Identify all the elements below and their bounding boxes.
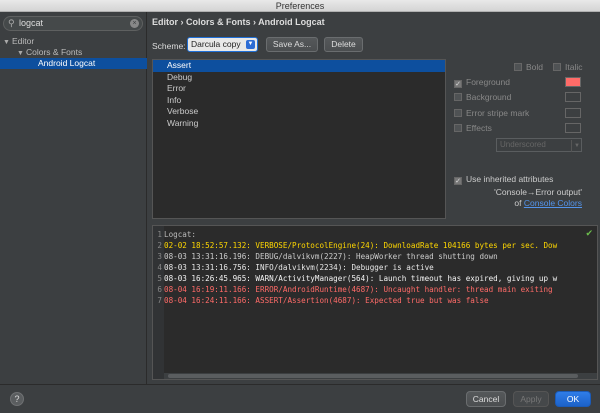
list-item-verbose[interactable]: Verbose <box>153 106 445 118</box>
line-number: 1 <box>157 230 162 239</box>
line-number: 7 <box>157 296 162 305</box>
window-title: Preferences <box>0 0 600 12</box>
bold-checkbox[interactable]: Bold <box>514 62 543 72</box>
preview-line-text: 08-03 13:31:16.196: DEBUG/dalvikvm(2227)… <box>164 252 498 261</box>
italic-checkbox[interactable]: Italic <box>553 62 582 72</box>
inherited-source: 'Console→Error output' of Console Colors <box>494 187 582 208</box>
preview-line: 3 08-03 13:31:16.196: DEBUG/dalvikvm(2227… <box>153 251 498 262</box>
expand-arrow-icon[interactable]: ▼ <box>3 37 12 48</box>
preview-line: 7 08-04 16:24:11.166: ASSERT/Assertion(46… <box>153 295 489 306</box>
effect-type-dropdown[interactable]: Underscored ▼ <box>496 138 582 152</box>
save-as-button[interactable]: Save As... <box>266 37 318 52</box>
tree-item-android-logcat[interactable]: Android Logcat <box>0 58 147 69</box>
foreground-checkbox[interactable]: Foreground <box>454 77 510 88</box>
search-input[interactable]: logcat <box>19 18 43 28</box>
background-color-swatch[interactable] <box>565 92 581 102</box>
preview-line-text: 08-03 16:26:45.965: WARN/ActivityManager… <box>164 274 558 283</box>
settings-tree: ▼ Editor ▼ Colors & Fonts Android Logcat <box>0 36 147 69</box>
search-icon: ⚲ <box>8 18 15 28</box>
line-number: 6 <box>157 285 162 294</box>
line-number: 4 <box>157 263 162 272</box>
use-inherited-label: Use inherited attributes <box>466 174 554 184</box>
list-item-warning[interactable]: Warning <box>153 118 445 130</box>
list-item-assert[interactable]: Assert <box>153 60 445 72</box>
settings-content: Editor › Colors & Fonts › Android Logcat… <box>148 12 600 384</box>
line-number: 2 <box>157 241 162 250</box>
scheme-label: Scheme: <box>152 41 186 51</box>
chevron-down-icon: ▼ <box>571 140 580 152</box>
error-stripe-color-swatch[interactable] <box>565 108 581 118</box>
foreground-color-swatch[interactable] <box>565 77 581 87</box>
breadcrumb: Editor › Colors & Fonts › Android Logcat <box>152 17 325 27</box>
tree-item-colors-fonts[interactable]: ▼ Colors & Fonts <box>0 47 147 58</box>
line-number: 3 <box>157 252 162 261</box>
effects-color-swatch[interactable] <box>565 123 581 133</box>
ok-button[interactable]: OK <box>555 391 591 407</box>
clear-search-icon[interactable]: × <box>130 19 139 28</box>
delete-button[interactable]: Delete <box>324 37 363 52</box>
preview-line: 6 08-04 16:19:11.166: ERROR/AndroidRuntim… <box>153 284 553 295</box>
preview-line-text: 02-02 18:52:57.132: VERBOSE/ProtocolEngi… <box>164 241 558 250</box>
cancel-button[interactable]: Cancel <box>466 391 506 407</box>
list-item-error[interactable]: Error <box>153 83 445 95</box>
console-colors-link[interactable]: Console Colors <box>524 198 582 208</box>
horizontal-scrollbar[interactable] <box>164 373 597 379</box>
settings-sidebar: ⚲ logcat × ▼ Editor ▼ Colors & Fonts Andro… <box>0 12 147 384</box>
error-stripe-checkbox[interactable]: Error stripe mark <box>454 108 529 118</box>
apply-button[interactable]: Apply <box>513 391 549 407</box>
tree-item-editor[interactable]: ▼ Editor <box>0 36 147 47</box>
preview-line: 2 02-02 18:52:57.132: VERBOSE/ProtocolEng… <box>153 240 557 251</box>
preview-line: 1 Logcat: <box>153 229 196 240</box>
list-item-debug[interactable]: Debug <box>153 72 445 84</box>
expand-arrow-icon[interactable]: ▼ <box>17 48 26 59</box>
preview-line-text: 08-04 16:24:11.166: ASSERT/Assertion(468… <box>164 296 489 305</box>
settings-search[interactable]: ⚲ logcat × <box>3 16 143 31</box>
help-button[interactable]: ? <box>10 392 24 406</box>
preview-line-text: 08-04 16:19:11.166: ERROR/AndroidRuntime… <box>164 285 553 294</box>
list-item-info[interactable]: Info <box>153 95 445 107</box>
preview-line-text: Logcat: <box>164 230 197 239</box>
use-inherited-checkbox[interactable] <box>454 174 466 185</box>
check-icon: ✔ <box>585 228 593 238</box>
preview-editor[interactable]: 1 Logcat: 2 02-02 18:52:57.132: VERBOSE/Pro… <box>152 225 598 380</box>
chevron-down-icon: ▼ <box>246 40 255 49</box>
preview-line: 4 08-03 13:31:16.756: INFO/dalvikvm(2234)… <box>153 262 434 273</box>
preview-line: 5 08-03 16:26:45.965: WARN/ActivityManage… <box>153 273 557 284</box>
scheme-dropdown[interactable]: Darcula copy ▼ <box>187 37 258 52</box>
background-checkbox[interactable]: Background <box>454 92 511 102</box>
effects-checkbox[interactable]: Effects <box>454 123 492 133</box>
scrollbar-thumb[interactable] <box>168 374 578 378</box>
line-number: 5 <box>157 274 162 283</box>
preview-line-text: 08-03 13:31:16.756: INFO/dalvikvm(2234):… <box>164 263 434 272</box>
log-level-list: Assert Debug Error Info Verbose Warning <box>152 59 446 219</box>
dialog-footer: ? Cancel Apply OK <box>0 384 600 413</box>
